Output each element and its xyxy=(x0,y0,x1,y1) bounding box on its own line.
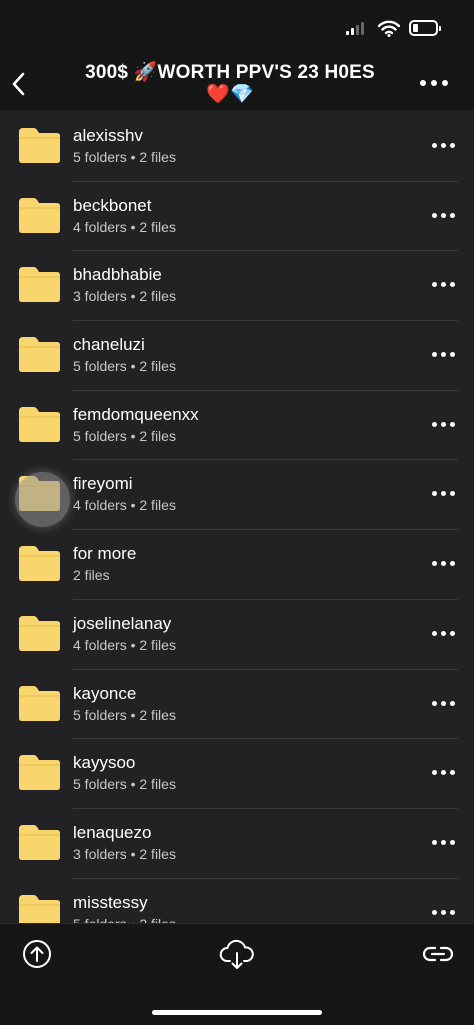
cellular-signal-icon xyxy=(346,22,364,35)
item-more-icon[interactable] xyxy=(432,282,455,288)
item-more-icon[interactable] xyxy=(432,421,455,427)
item-more-icon[interactable] xyxy=(432,700,455,706)
folder-details: 4 folders • 2 files xyxy=(73,218,176,235)
folder-icon xyxy=(19,894,60,923)
item-more-icon[interactable] xyxy=(432,909,455,915)
folder-icon xyxy=(19,197,60,233)
folder-icon xyxy=(19,615,60,651)
folder-name: chaneluzi xyxy=(73,335,145,355)
folder-icon xyxy=(19,685,60,721)
folder-name: alexisshv xyxy=(73,126,143,145)
folder-name: bhadbhabie xyxy=(73,265,162,285)
item-more-icon[interactable] xyxy=(432,212,455,218)
folder-icon xyxy=(19,337,60,373)
folder-details: 5 folders • 2 files xyxy=(73,427,176,444)
list-item[interactable]: chaneluzi 5 folders • 2 files xyxy=(0,321,474,391)
item-more-icon[interactable] xyxy=(432,630,455,636)
folder-list: alexisshv 5 folders • 2 files beckbonet … xyxy=(0,112,474,923)
folder-icon xyxy=(19,546,60,582)
list-item[interactable]: misstessy 5 folders • 2 files xyxy=(0,879,474,923)
folder-name: beckbonet xyxy=(73,195,152,215)
item-more-icon[interactable] xyxy=(432,770,455,776)
wifi-icon xyxy=(378,20,400,37)
folder-icon xyxy=(19,267,60,303)
page-title-emoji: ❤️💎 xyxy=(206,84,254,105)
list-item[interactable]: lenaquezo 3 folders • 2 files xyxy=(0,809,474,879)
folder-name: misstessy xyxy=(73,892,148,912)
folder-icon xyxy=(19,755,60,791)
folder-name: lenaquezo xyxy=(73,822,152,842)
list-item[interactable]: for more 2 files xyxy=(0,530,474,600)
folder-name: joselinelanay xyxy=(73,613,172,633)
list-item[interactable]: femdomqueenxx 5 folders • 2 files xyxy=(0,391,474,461)
touch-indicator xyxy=(15,472,70,528)
folder-details: 4 folders • 2 files xyxy=(73,497,176,514)
page-title: 300$ 🚀WORTH PPV'S 23 H0ES xyxy=(85,62,375,83)
cloud-download-icon[interactable] xyxy=(219,939,255,971)
item-more-icon[interactable] xyxy=(432,352,455,358)
folder-details: 5 folders • 2 files xyxy=(73,149,176,165)
back-chevron-icon[interactable] xyxy=(8,70,30,98)
folder-details: 3 folders • 2 files xyxy=(73,288,176,305)
list-item[interactable]: kayonce 5 folders • 2 files xyxy=(0,670,474,740)
folder-details: 5 folders • 2 files xyxy=(73,916,176,923)
folder-icon xyxy=(19,824,60,860)
list-item[interactable]: alexisshv 5 folders • 2 files xyxy=(0,112,474,182)
folder-details: 5 folders • 2 files xyxy=(73,776,176,793)
folder-name: femdomqueenxx xyxy=(73,404,199,424)
more-options-icon[interactable] xyxy=(420,80,448,86)
list-item[interactable]: kayysoo 5 folders • 2 files xyxy=(0,739,474,809)
home-indicator xyxy=(152,1010,322,1015)
link-icon[interactable] xyxy=(421,939,455,969)
list-item[interactable]: beckbonet 4 folders • 2 files xyxy=(0,182,474,252)
item-more-icon[interactable] xyxy=(432,143,455,148)
list-item[interactable]: bhadbhabie 3 folders • 2 files xyxy=(0,251,474,322)
folder-details: 3 folders • 2 files xyxy=(73,845,176,862)
item-more-icon[interactable] xyxy=(432,491,455,497)
folder-details: 5 folders • 2 files xyxy=(73,358,176,375)
upload-icon[interactable] xyxy=(22,939,52,969)
item-more-icon[interactable] xyxy=(432,561,455,567)
status-bar xyxy=(0,0,474,50)
folder-name: for more xyxy=(73,544,137,564)
list-item[interactable]: joselinelanay 4 folders • 2 files xyxy=(0,600,474,670)
folder-name: kayysoo xyxy=(73,753,136,773)
folder-details: 2 files xyxy=(73,567,110,584)
battery-icon xyxy=(409,20,441,36)
item-more-icon[interactable] xyxy=(432,839,455,845)
folder-icon xyxy=(19,406,60,442)
folder-name: fireyomi xyxy=(73,474,133,494)
list-item[interactable]: fireyomi 4 folders • 2 files xyxy=(0,460,474,531)
folder-details: 5 folders • 2 files xyxy=(73,706,176,723)
folder-details: 4 folders • 2 files xyxy=(73,636,176,653)
nav-header: 300$ 🚀WORTH PPV'S 23 H0ES ❤️💎 xyxy=(0,50,474,110)
folder-icon xyxy=(19,128,60,163)
folder-name: kayonce xyxy=(73,683,137,703)
